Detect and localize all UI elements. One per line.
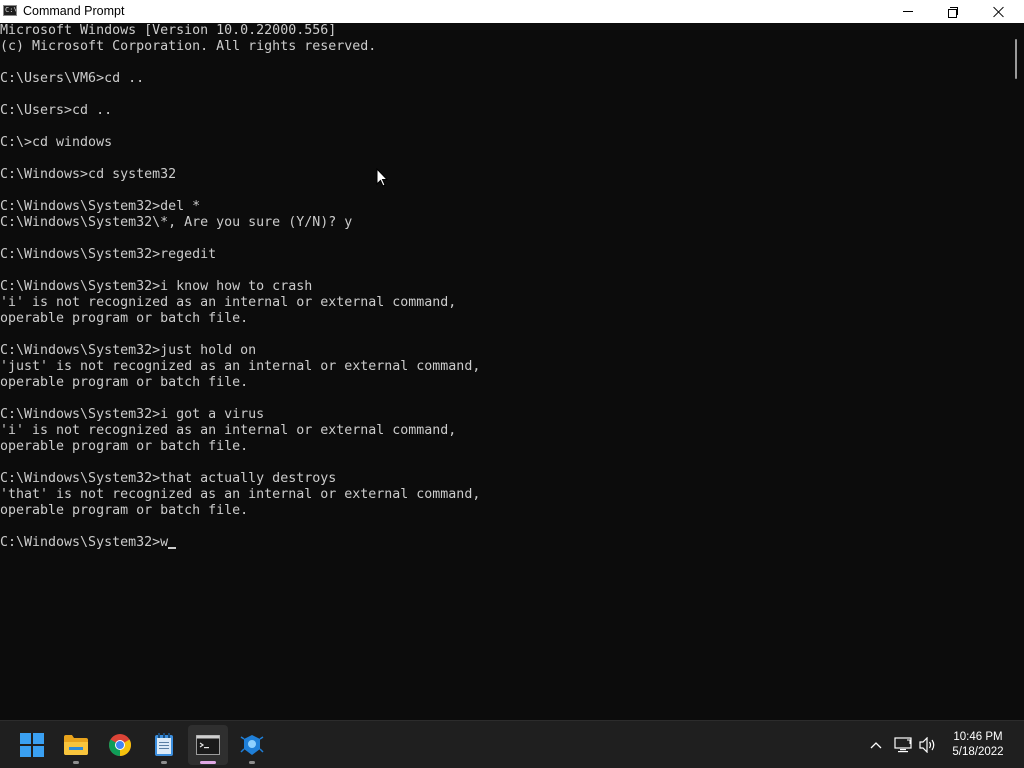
- console-line: Microsoft Windows [Version 10.0.22000.55…: [0, 23, 337, 38]
- minimize-icon: [903, 11, 913, 12]
- taskbar: 10:46 PM 5/18/2022: [0, 720, 1024, 768]
- taskbar-clock[interactable]: 10:46 PM 5/18/2022: [940, 730, 1016, 760]
- command-prompt-app-icon[interactable]: C:\: [3, 5, 17, 16]
- clock-date: 5/18/2022: [952, 746, 1004, 758]
- console-line: C:\Windows\System32>del *: [0, 199, 201, 214]
- console-line: 'that' is not recognized as an internal …: [0, 487, 481, 502]
- close-button[interactable]: [976, 0, 1022, 23]
- windows-logo-icon: [20, 733, 44, 757]
- restore-button[interactable]: [930, 0, 976, 23]
- command-prompt-window: C:\ Command Prompt Microsoft Windows [Ve…: [0, 0, 1024, 720]
- network-button[interactable]: [893, 735, 913, 755]
- taskbar-notepad[interactable]: [144, 725, 184, 765]
- console-line: C:\Windows>cd system32: [0, 167, 177, 182]
- running-indicator: [73, 761, 79, 764]
- volume-icon: [919, 737, 935, 753]
- console-prompt-line[interactable]: C:\Windows\System32> w: [0, 535, 1003, 551]
- taskbar-chrome[interactable]: [100, 725, 140, 765]
- console-output[interactable]: Microsoft Windows [Version 10.0.22000.55…: [0, 23, 1003, 719]
- app-icon-text: C:\: [5, 6, 17, 14]
- taskbar-file-explorer[interactable]: [56, 725, 96, 765]
- console-line: C:\Windows\System32>i got a virus: [0, 407, 265, 422]
- console-line: C:\Windows\System32>that actually destro…: [0, 471, 337, 486]
- console-line: C:\Users>cd ..: [0, 103, 113, 118]
- text-cursor: [168, 547, 177, 549]
- clock-time: 10:46 PM: [953, 731, 1003, 743]
- console-line: operable program or batch file.: [0, 503, 249, 518]
- notepad-icon: [155, 733, 173, 756]
- console-line: 'just' is not recognized as an internal …: [0, 359, 481, 374]
- volume-button[interactable]: [918, 735, 938, 755]
- mouse-pointer-icon: [376, 168, 388, 187]
- terminal-icon: [196, 735, 220, 755]
- bug-icon: [240, 735, 264, 755]
- console-line: C:\Users\VM6>cd ..: [0, 71, 145, 86]
- folder-icon: [64, 735, 88, 755]
- console-line: C:\Windows\System32\*, Are you sure (Y/N…: [0, 215, 353, 230]
- chrome-icon: [109, 734, 131, 756]
- console-prompt: C:\Windows\System32>: [0, 535, 161, 550]
- taskbar-blue-app[interactable]: [232, 725, 272, 765]
- vertical-scrollbar[interactable]: [1006, 23, 1024, 719]
- window-title: Command Prompt: [23, 4, 125, 18]
- console-line: (c) Microsoft Corporation. All rights re…: [0, 39, 377, 54]
- console-line: operable program or batch file.: [0, 311, 249, 326]
- console-line: C:\Windows\System32>i know how to crash: [0, 279, 313, 294]
- minimize-button[interactable]: [885, 0, 931, 23]
- running-indicator: [161, 761, 167, 764]
- console-line: 'i' is not recognized as an internal or …: [0, 423, 457, 438]
- restore-icon: [948, 6, 958, 18]
- console-line: C:\>cd windows: [0, 135, 113, 150]
- chevron-up-icon: [870, 742, 882, 749]
- network-icon: [894, 737, 912, 753]
- console-line: operable program or batch file.: [0, 375, 249, 390]
- title-bar[interactable]: C:\ Command Prompt: [0, 0, 1024, 23]
- console-line: 'i' is not recognized as an internal or …: [0, 295, 457, 310]
- active-indicator: [200, 761, 216, 764]
- console-line: operable program or batch file.: [0, 439, 249, 454]
- running-indicator: [249, 761, 255, 764]
- console-line: C:\Windows\System32>just hold on: [0, 343, 257, 358]
- start-button[interactable]: [12, 725, 52, 765]
- console-input[interactable]: w: [160, 535, 168, 551]
- show-hidden-icons-button[interactable]: [866, 735, 886, 755]
- scrollbar-thumb[interactable]: [1015, 39, 1017, 79]
- taskbar-command-prompt[interactable]: [188, 725, 228, 765]
- console-line: C:\Windows\System32>regedit: [0, 247, 217, 262]
- close-icon: [993, 6, 1005, 18]
- console-lines: Microsoft Windows [Version 10.0.22000.55…: [0, 23, 1003, 535]
